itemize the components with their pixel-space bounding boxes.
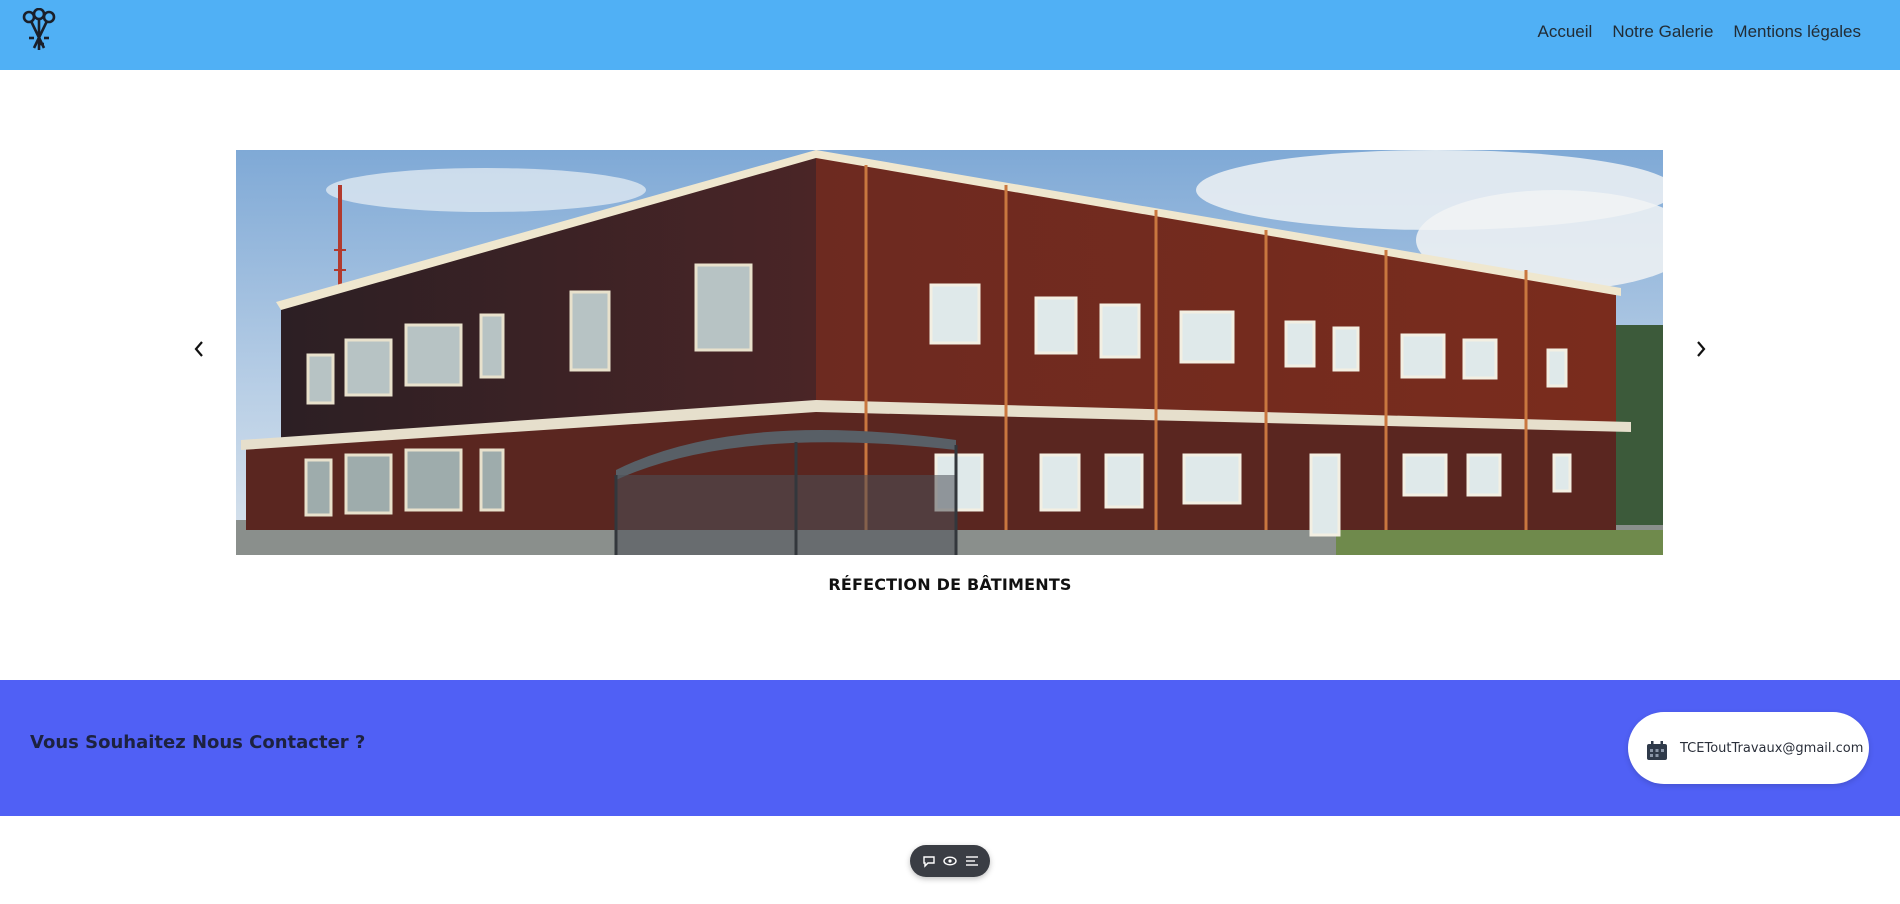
contact-section: Vous Souhaitez Nous Contacter ? TCEToutT…	[0, 680, 1900, 816]
main-nav: Accueil Notre Galerie Mentions légales	[1538, 22, 1862, 42]
carousel-slide-image	[236, 150, 1663, 555]
nav-link-accueil[interactable]: Accueil	[1538, 22, 1593, 42]
email-address: TCEToutTravaux@gmail.com	[1680, 741, 1864, 756]
carousel-prev-button[interactable]	[186, 336, 212, 362]
comment-icon	[922, 856, 935, 868]
floating-toolbar	[910, 845, 990, 877]
settings-button[interactable]	[963, 852, 981, 870]
calendar-icon	[1647, 741, 1667, 760]
logo-icon[interactable]	[20, 8, 58, 52]
chevron-left-icon	[194, 341, 203, 357]
email-contact-button[interactable]: TCEToutTravaux@gmail.com	[1628, 712, 1869, 784]
list-settings-icon	[965, 856, 978, 866]
carousel-next-button[interactable]	[1688, 336, 1714, 362]
preview-button[interactable]	[941, 852, 959, 870]
comment-button[interactable]	[920, 852, 938, 870]
image-carousel: RÉFECTION DE BÂTIMENTS	[0, 150, 1900, 610]
contact-title: Vous Souhaitez Nous Contacter ?	[30, 732, 366, 753]
site-header: Accueil Notre Galerie Mentions légales	[0, 0, 1900, 70]
eye-icon	[943, 856, 957, 866]
carousel-caption: RÉFECTION DE BÂTIMENTS	[828, 575, 1072, 594]
nav-link-mentions-legales[interactable]: Mentions légales	[1733, 22, 1861, 42]
chevron-right-icon	[1697, 341, 1706, 357]
nav-link-galerie[interactable]: Notre Galerie	[1612, 22, 1713, 42]
